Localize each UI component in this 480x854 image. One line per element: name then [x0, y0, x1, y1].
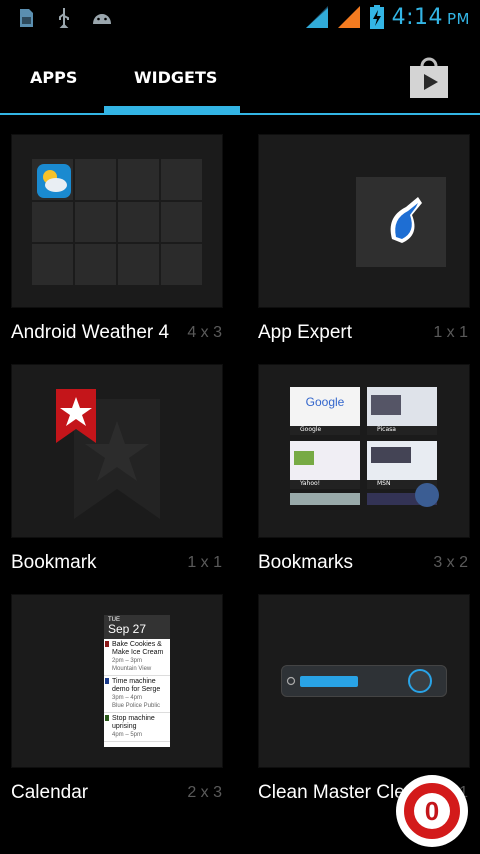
event-time: 3pm – 4pm [112, 695, 143, 701]
event-time: 4pm – 5pm [112, 732, 143, 738]
bookmark-thumb-caption: Picasa [367, 426, 437, 435]
usb-icon [59, 8, 69, 28]
bookmark-thumb-caption: Google [290, 426, 360, 435]
counter-ring: 0 [414, 793, 450, 829]
widget-card-app-expert[interactable] [258, 134, 470, 308]
google-logo-text: Google [305, 395, 345, 409]
weather-app-icon [37, 164, 71, 198]
status-bar: 4:14 PM [0, 0, 480, 38]
calendar-header: TUE Sep 27 [104, 615, 170, 639]
widget-label: Bookmark [11, 552, 97, 573]
bookmark-thumb: Google Google [290, 387, 360, 435]
bookmark-thumb: Picasa [367, 387, 437, 435]
calendar-event: Time machine demo for Serge 3pm – 4pm Bl… [104, 676, 170, 713]
app-expert-preview [356, 177, 446, 267]
tab-bar: APPS WIDGETS [0, 38, 480, 116]
widget-label: Clean Master Cle [258, 782, 405, 803]
counter-value: 0 [424, 795, 440, 826]
clock-ampm: PM [447, 9, 470, 28]
calendar-date: Sep 27 [108, 622, 147, 636]
widget-card-bookmark[interactable] [11, 364, 223, 538]
tab-apps[interactable]: APPS [30, 68, 77, 87]
widget-card-calendar[interactable]: TUE Sep 27 Bake Cookies & Make Ice Cream… [11, 594, 223, 768]
status-icons: 4:14 PM [304, 4, 470, 30]
widget-card-clean-master[interactable] [258, 594, 470, 768]
widget-card-bookmarks[interactable]: Google Google Picasa Yahoo! MSN [258, 364, 470, 538]
refresh-icon [286, 676, 296, 686]
widget-dims: 1 x 1 [433, 324, 468, 341]
bookmark-thumb-partial [290, 493, 360, 505]
clock: 4:14 PM [392, 5, 470, 30]
tab-widgets[interactable]: WIDGETS [134, 68, 217, 87]
signal-orange-icon [337, 6, 360, 28]
bookmark-star-icon [56, 389, 96, 443]
event-title: Bake Cookies & Make Ice Cream [112, 641, 164, 656]
event-time: 2pm – 3pm [112, 658, 143, 664]
broom-icon [390, 197, 422, 243]
clock-time: 4:14 [391, 4, 443, 30]
widget-label: Calendar [11, 782, 89, 803]
sim-card-icon [20, 9, 33, 27]
calendar-event: Bake Cookies & Make Ice Cream 2pm – 3pm … [104, 639, 170, 676]
floating-counter-button[interactable]: 0 [396, 775, 468, 847]
event-title: Time machine demo for Serge [112, 678, 161, 693]
tab-selection-indicator [104, 106, 240, 113]
widget-label: Android Weather 4 [11, 322, 170, 343]
battery-charging-icon [369, 5, 384, 29]
widget-card-android-weather[interactable] [11, 134, 223, 308]
play-store-icon[interactable] [406, 56, 452, 100]
clean-master-widget-preview [281, 665, 447, 697]
calendar-event: Stop machine uprising 4pm – 5pm [104, 713, 170, 742]
bookmark-thumb: Yahoo! [290, 441, 360, 489]
tab-divider [0, 113, 480, 115]
notification-icons [14, 6, 114, 30]
android-debug-icon [93, 14, 111, 24]
memory-bar [300, 676, 358, 687]
widget-dims: 4 x 3 [187, 324, 222, 341]
widget-dims: 2 x 3 [187, 784, 222, 801]
event-title: Stop machine uprising [112, 715, 155, 730]
widget-dims: 3 x 2 [433, 554, 468, 571]
globe-icon [415, 483, 439, 507]
event-place: Mountain View [112, 666, 152, 672]
bookmark-thumb: MSN [367, 441, 437, 489]
calendar-widget-preview: TUE Sep 27 Bake Cookies & Make Ice Cream… [104, 615, 170, 747]
bookmark-thumb-caption: Yahoo! [290, 480, 360, 489]
signal-blue-icon [305, 6, 328, 28]
widget-label: Bookmarks [258, 552, 354, 573]
boost-button-icon [408, 669, 432, 693]
widget-label: App Expert [258, 322, 352, 343]
counter-badge: 0 [402, 781, 462, 841]
event-place: Blue Police Public [112, 703, 161, 709]
widget-dims: 1 x 1 [187, 554, 222, 571]
